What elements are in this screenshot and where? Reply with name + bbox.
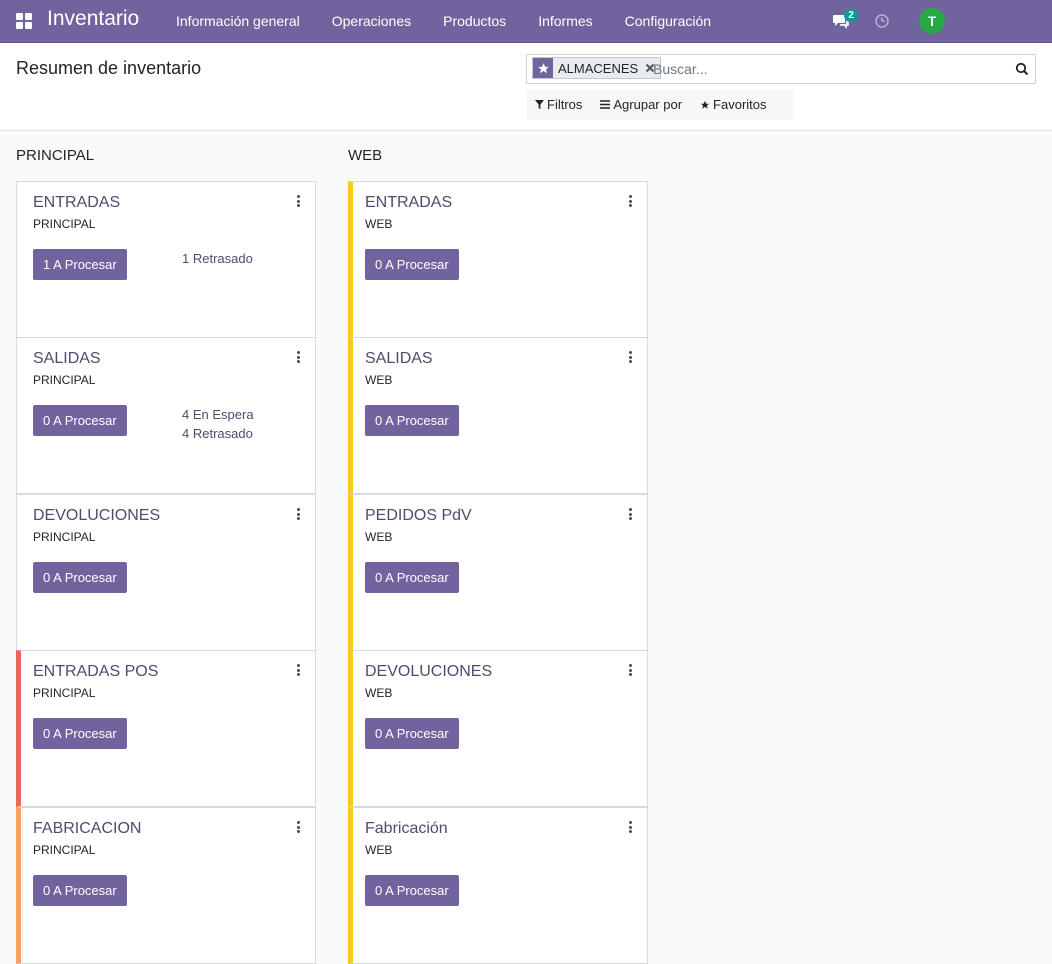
card-warehouse: WEB — [365, 686, 393, 700]
list-icon — [600, 100, 611, 109]
search-facet: ALMACENES — [532, 57, 662, 79]
card-title[interactable]: ENTRADAS POS — [33, 663, 158, 681]
apps-menu-icon[interactable] — [16, 13, 32, 29]
top-navbar: Inventario Información general Operacion… — [0, 0, 1052, 43]
operation-card: DEVOLUCIONES PRINCIPAL 0 A Procesar — [16, 494, 316, 651]
operation-card: Fabricación WEB 0 A Procesar — [348, 807, 648, 964]
card-menu-icon[interactable] — [293, 664, 303, 678]
late-link[interactable]: 1 Retrasado — [182, 251, 253, 266]
to-process-button[interactable]: 0 A Procesar — [365, 405, 459, 436]
operation-card: PEDIDOS PdV WEB 0 A Procesar — [348, 494, 648, 651]
late-link[interactable]: 4 Retrasado — [182, 426, 253, 441]
to-process-button[interactable]: 0 A Procesar — [33, 875, 127, 906]
card-title[interactable]: Fabricación — [365, 820, 448, 838]
to-process-button[interactable]: 0 A Procesar — [33, 718, 127, 749]
search-input[interactable] — [653, 58, 1003, 80]
column-title: WEB — [348, 147, 383, 164]
card-warehouse: WEB — [365, 373, 393, 387]
to-process-button[interactable]: 0 A Procesar — [365, 249, 459, 280]
card-menu-icon[interactable] — [293, 351, 303, 365]
menu-item-operaciones[interactable]: Operaciones — [316, 0, 427, 43]
card-menu-icon[interactable] — [625, 664, 635, 678]
filters-button[interactable]: Filtros — [526, 97, 591, 112]
card-menu-icon[interactable] — [293, 508, 303, 522]
to-process-button[interactable]: 0 A Procesar — [33, 562, 127, 593]
card-warehouse: PRINCIPAL — [33, 686, 96, 700]
card-warehouse: WEB — [365, 217, 393, 231]
to-process-button[interactable]: 0 A Procesar — [365, 718, 459, 749]
menu-item-productos[interactable]: Productos — [427, 0, 522, 43]
search-bar: ALMACENES — [526, 54, 1036, 84]
card-warehouse: WEB — [365, 843, 393, 857]
card-menu-icon[interactable] — [625, 351, 635, 365]
favorites-label: Favoritos — [713, 97, 767, 112]
group-by-button[interactable]: Agrupar por — [591, 97, 691, 112]
star-icon — [700, 100, 710, 109]
operation-card: ENTRADAS POS PRINCIPAL 0 A Procesar — [16, 650, 316, 807]
to-process-button[interactable]: 0 A Procesar — [365, 562, 459, 593]
operation-card: FABRICACION PRINCIPAL 0 A Procesar — [16, 807, 316, 964]
facet-label: ALMACENES — [558, 60, 639, 76]
favorites-button[interactable]: Favoritos — [691, 97, 775, 112]
main-menu: Información general Operaciones Producto… — [160, 0, 727, 43]
operation-card: SALIDAS PRINCIPAL 0 A Procesar 4 En Espe… — [16, 337, 316, 494]
star-icon — [533, 58, 553, 78]
card-title[interactable]: SALIDAS — [365, 350, 433, 368]
app-brand[interactable]: Inventario — [47, 7, 139, 31]
card-title[interactable]: ENTRADAS — [365, 194, 452, 212]
filters-label: Filtros — [547, 97, 583, 112]
page-title: Resumen de inventario — [16, 58, 202, 78]
waiting-link[interactable]: 4 En Espera — [182, 407, 254, 422]
control-panel: Resumen de inventario ALMACENES Filtros … — [0, 43, 1052, 131]
to-process-button[interactable]: 0 A Procesar — [33, 405, 127, 436]
card-warehouse: PRINCIPAL — [33, 843, 96, 857]
card-title[interactable]: DEVOLUCIONES — [365, 663, 492, 681]
operation-card: DEVOLUCIONES WEB 0 A Procesar — [348, 650, 648, 807]
card-menu-icon[interactable] — [625, 508, 635, 522]
card-menu-icon[interactable] — [625, 821, 635, 835]
operation-card: SALIDAS WEB 0 A Procesar — [348, 337, 648, 494]
menu-item-informacion-general[interactable]: Información general — [160, 0, 316, 43]
group-by-label: Agrupar por — [613, 97, 683, 112]
search-icon[interactable] — [1015, 62, 1029, 76]
menu-item-configuracion[interactable]: Configuración — [609, 0, 727, 43]
activity-clock-icon[interactable] — [874, 13, 890, 29]
search-options-bar: Filtros Agrupar por Favoritos — [526, 89, 793, 120]
card-warehouse: PRINCIPAL — [33, 530, 96, 544]
card-menu-icon[interactable] — [293, 821, 303, 835]
kanban-board: PRINCIPAL ENTRADAS PRINCIPAL 1 A Procesa… — [0, 131, 1052, 964]
card-warehouse: PRINCIPAL — [33, 373, 96, 387]
card-title[interactable]: PEDIDOS PdV — [365, 507, 472, 525]
filter-icon — [535, 100, 544, 109]
card-title[interactable]: ENTRADAS — [33, 194, 120, 212]
operation-card: ENTRADAS PRINCIPAL 1 A Procesar 1 Retras… — [16, 181, 316, 338]
to-process-button[interactable]: 1 A Procesar — [33, 249, 127, 280]
card-menu-icon[interactable] — [625, 195, 635, 209]
card-title[interactable]: FABRICACION — [33, 820, 141, 838]
column-title: PRINCIPAL — [16, 147, 95, 164]
operation-card: ENTRADAS WEB 0 A Procesar — [348, 181, 648, 338]
card-title[interactable]: DEVOLUCIONES — [33, 507, 160, 525]
to-process-button[interactable]: 0 A Procesar — [365, 875, 459, 906]
card-menu-icon[interactable] — [293, 195, 303, 209]
menu-item-informes[interactable]: Informes — [522, 0, 608, 43]
user-avatar[interactable]: T — [919, 8, 945, 34]
chat-count-badge: 2 — [844, 9, 858, 22]
card-warehouse: WEB — [365, 530, 393, 544]
card-warehouse: PRINCIPAL — [33, 217, 96, 231]
card-title[interactable]: SALIDAS — [33, 350, 101, 368]
